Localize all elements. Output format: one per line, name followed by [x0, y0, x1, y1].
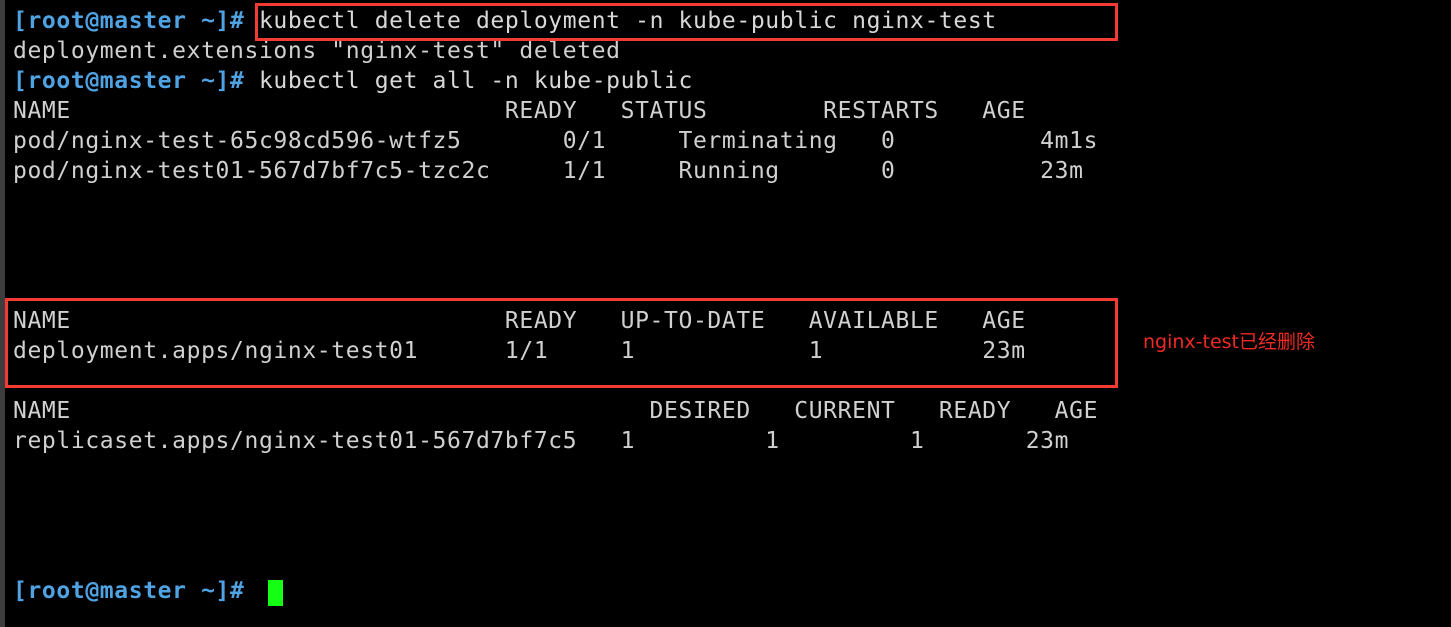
shell-prompt: [root@master ~]# [13, 68, 245, 94]
pods-table-header: NAME READY STATUS RESTARTS AGE [13, 98, 1026, 124]
terminal-text-layer[interactable]: [root@master ~]# kubectl delete deployme… [0, 0, 1451, 627]
terminal-line-11: [root@master ~]# [13, 576, 244, 606]
terminal-line-1: [root@master ~]# kubectl delete deployme… [13, 6, 997, 36]
replicasets-table-row: replicaset.apps/nginx-test01-567d7bf7c5 … [13, 428, 1070, 454]
terminal-screen: [root@master ~]# kubectl delete deployme… [0, 0, 1451, 627]
annotation-note: nginx-test已经删除 [1143, 331, 1316, 353]
command-delete-deployment: kubectl delete deployment -n kube-public… [244, 8, 997, 34]
terminal-line-2: deployment.extensions "nginx-test" delet… [13, 38, 621, 64]
pods-table-row: pod/nginx-test01-567d7bf7c5-tzc2c 1/1 Ru… [13, 158, 1084, 184]
shell-prompt: [root@master ~]# [13, 578, 245, 604]
command-get-all: kubectl get all -n kube-public [244, 68, 693, 94]
replicasets-table-header: NAME DESIRED CURRENT READY AGE [13, 398, 1099, 424]
deployments-table-row: deployment.apps/nginx-test01 1/1 1 1 23m [13, 338, 1026, 364]
pods-table-row: pod/nginx-test-65c98cd596-wtfz5 0/1 Term… [13, 128, 1099, 154]
shell-prompt: [root@master ~]# [13, 8, 245, 34]
terminal-line-3: [root@master ~]# kubectl get all -n kube… [13, 66, 693, 96]
deployments-table-header: NAME READY UP-TO-DATE AVAILABLE AGE [13, 308, 1026, 334]
text-cursor [268, 580, 283, 606]
